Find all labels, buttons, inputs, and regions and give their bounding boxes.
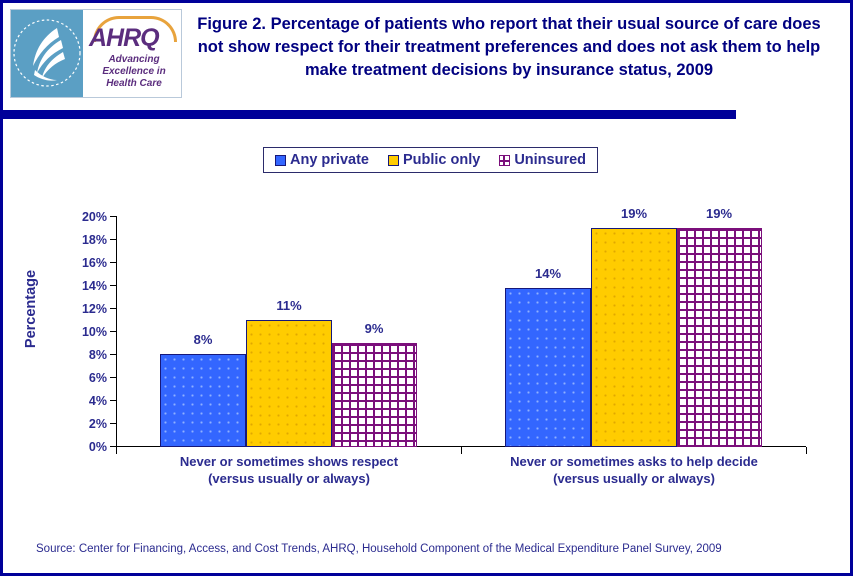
bar-value-group1-public-only: 11%	[276, 298, 302, 313]
chart-plot-area: Percentage 20% 18% 16% 14% 12% 10% 8% 6%…	[3, 3, 850, 573]
x-axis-label-group2-line2: (versus usually or always)	[553, 471, 715, 486]
bar-group1-public-only[interactable]	[246, 320, 332, 447]
y-tick-label-16: 16%	[81, 256, 107, 270]
bar-value-group2-uninsured: 19%	[705, 206, 733, 221]
x-axis-tick-mid	[461, 447, 462, 454]
figure-container: AHRQ Advancing Excellence in Health Care…	[0, 0, 853, 576]
y-tick-label-6: 6%	[88, 371, 107, 385]
x-axis-label-group1-line1: Never or sometimes shows respect	[179, 454, 399, 469]
x-axis-label-group1: Never or sometimes shows respect (versus…	[139, 453, 439, 487]
y-tick-label-14: 14%	[81, 279, 107, 293]
y-tick-label-10: 10%	[81, 325, 107, 339]
y-tick-label-2: 2%	[88, 417, 107, 431]
x-axis-label-group1-line2: (versus usually or always)	[208, 471, 370, 486]
bar-value-group2-any-private: 14%	[534, 266, 562, 281]
y-tick-label-4: 4%	[88, 394, 107, 408]
bar-group2-uninsured[interactable]	[677, 228, 762, 447]
x-axis-tick-start	[116, 447, 117, 454]
y-axis-title: Percentage	[23, 269, 39, 349]
source-note: Source: Center for Financing, Access, an…	[36, 543, 722, 555]
bar-group1-uninsured[interactable]	[332, 343, 417, 447]
x-axis-label-group2-line1: Never or sometimes asks to help decide	[510, 454, 758, 469]
y-tick-label-0: 0%	[88, 440, 107, 454]
y-tick-label-8: 8%	[88, 348, 107, 362]
bar-value-group2-public-only: 19%	[620, 206, 648, 221]
bar-group2-any-private[interactable]	[505, 288, 591, 447]
bar-group2-public-only[interactable]	[591, 228, 677, 447]
y-tick-label-20: 20%	[81, 210, 107, 224]
y-tick-label-12: 12%	[81, 302, 107, 316]
bar-value-group1-uninsured: 9%	[364, 321, 384, 336]
y-axis-line	[116, 216, 117, 447]
bar-group1-any-private[interactable]	[160, 354, 246, 447]
y-tick-label-18: 18%	[81, 233, 107, 247]
bar-value-group1-any-private: 8%	[193, 332, 213, 347]
x-axis-tick-end	[806, 447, 807, 454]
x-axis-label-group2: Never or sometimes asks to help decide (…	[484, 453, 784, 487]
